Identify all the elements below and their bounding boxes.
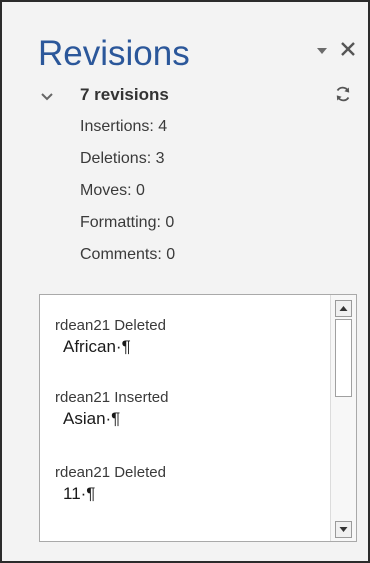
- formatting-count: Formatting: 0: [80, 214, 175, 231]
- chevron-down-icon: [41, 93, 53, 101]
- vertical-scrollbar[interactable]: [330, 295, 356, 541]
- close-icon: [341, 42, 355, 56]
- revision-author-action: rdean21 Deleted: [55, 317, 166, 334]
- moves-count: Moves: 0: [80, 182, 145, 199]
- arrow-up-icon: [339, 306, 348, 311]
- scroll-down-button[interactable]: [335, 521, 352, 538]
- pane-options-button[interactable]: [315, 44, 329, 58]
- revision-text: 11·¶: [63, 484, 96, 503]
- insertions-count: Insertions: 4: [80, 118, 168, 135]
- revision-text: African·¶: [63, 337, 131, 356]
- refresh-button[interactable]: [333, 84, 353, 104]
- comments-count: Comments: 0: [80, 246, 176, 263]
- revision-item[interactable]: rdean21 Deleted 11·¶: [55, 463, 315, 505]
- scroll-thumb[interactable]: [335, 319, 352, 397]
- revision-author-action: rdean21 Deleted: [55, 464, 166, 481]
- revision-text: Asian·¶: [63, 409, 121, 428]
- triangle-down-icon: [317, 48, 327, 54]
- revisions-pane: Revisions 7 revisions Insertions: 4 Dele…: [0, 0, 370, 563]
- close-button[interactable]: [337, 38, 359, 60]
- revisions-list[interactable]: rdean21 Deleted African·¶ rdean21 Insert…: [39, 294, 357, 542]
- revision-item[interactable]: rdean21 Deleted African·¶: [55, 316, 315, 358]
- revisions-count[interactable]: 7 revisions: [80, 84, 169, 106]
- refresh-icon: [336, 86, 350, 102]
- revision-author-action: rdean21 Inserted: [55, 389, 169, 406]
- scroll-up-button[interactable]: [335, 300, 352, 317]
- deletions-count: Deletions: 3: [80, 150, 165, 167]
- collapse-summary-button[interactable]: [40, 90, 54, 102]
- revision-item[interactable]: rdean21 Inserted Asian·¶: [55, 388, 315, 430]
- pane-title: Revisions: [38, 34, 190, 73]
- arrow-down-icon: [339, 527, 348, 532]
